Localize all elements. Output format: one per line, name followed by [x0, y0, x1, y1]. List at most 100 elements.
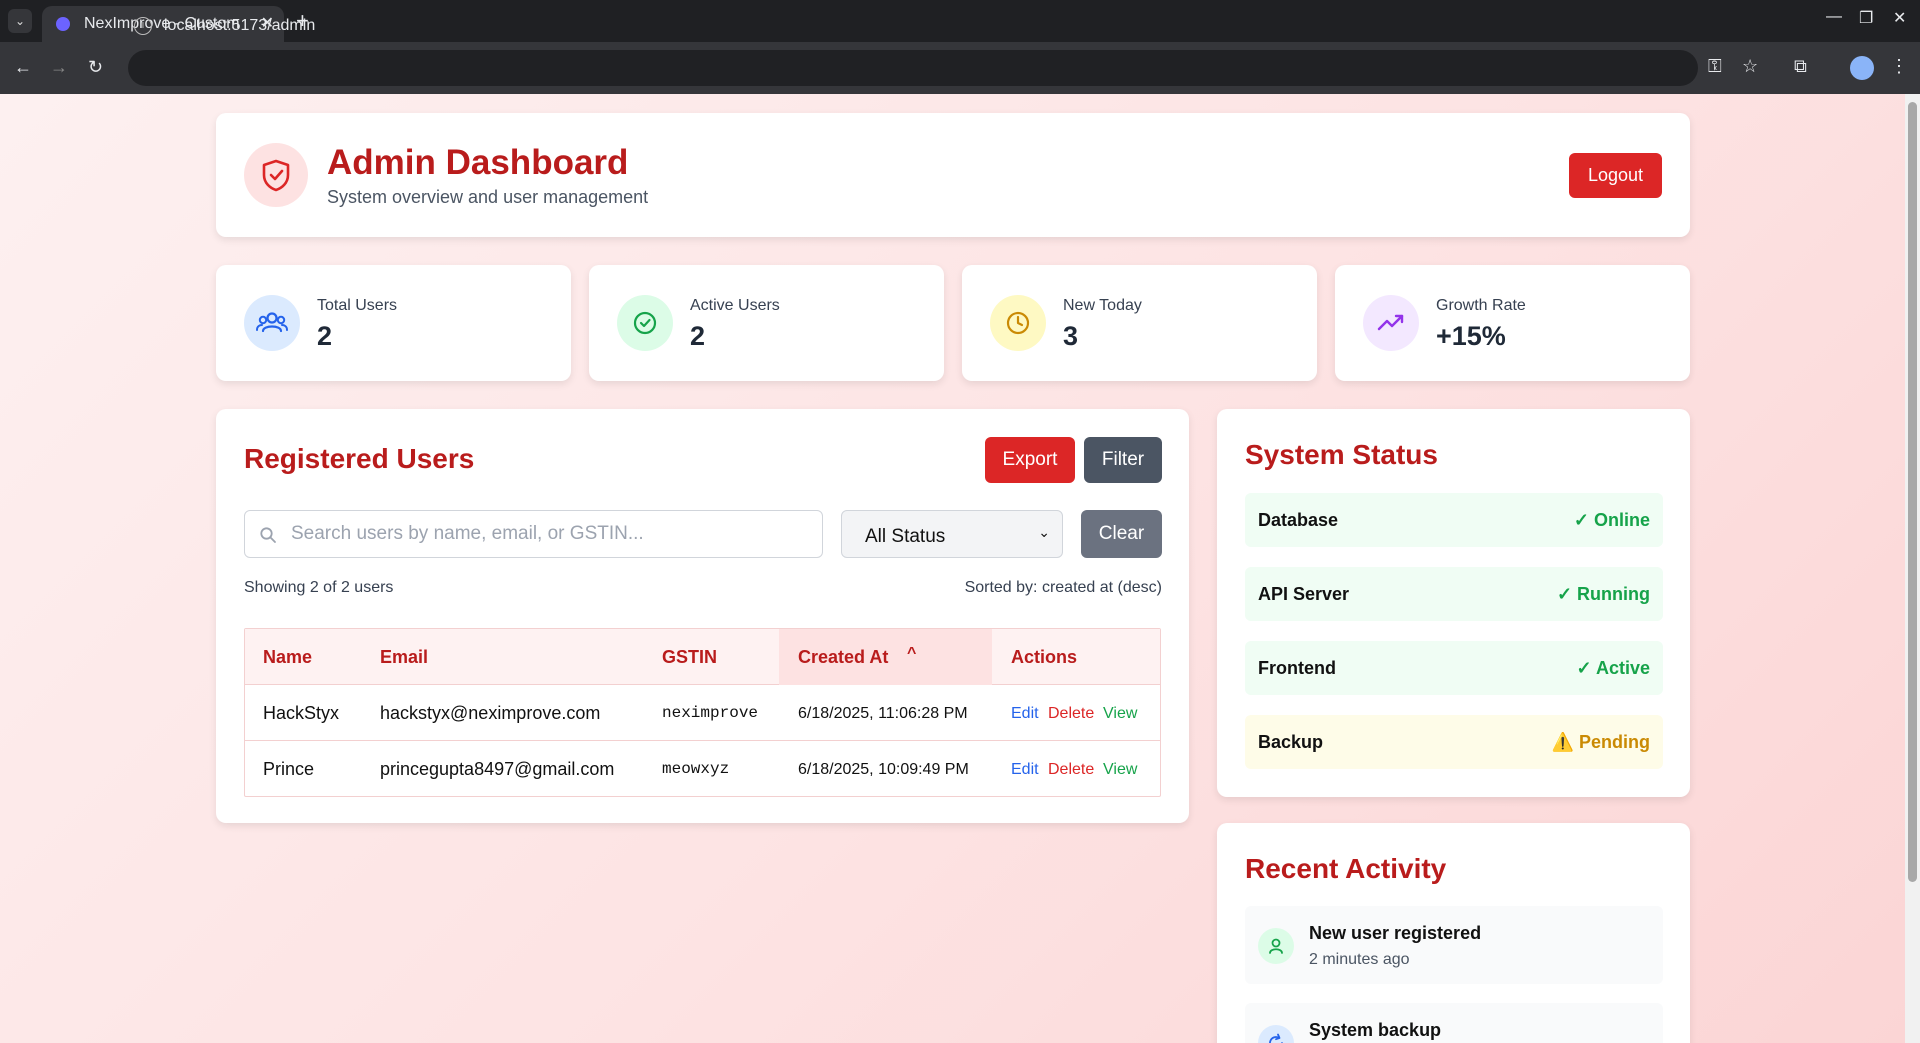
maximize-icon[interactable]: ❐: [1859, 8, 1873, 28]
activity-title: System backup: [1309, 1020, 1442, 1040]
status-value: ✓ Active: [1576, 658, 1650, 678]
favicon-icon: [56, 17, 70, 31]
status-row-database: Database ✓ Online: [1245, 493, 1663, 547]
cell-name: Prince: [263, 759, 315, 779]
trending-up-icon: [1363, 295, 1419, 351]
page-title: Admin Dashboard: [327, 143, 629, 182]
back-icon[interactable]: ←: [14, 56, 32, 78]
column-header-email[interactable]: Email: [380, 647, 428, 668]
filter-button[interactable]: Filter: [1084, 437, 1162, 483]
stat-card-total-users: Total Users 2: [216, 265, 571, 381]
stat-value: 2: [317, 321, 333, 351]
page-scrollbar[interactable]: [1905, 94, 1920, 1043]
table-row: Prince princegupta8497@gmail.com meowxyz…: [245, 741, 1160, 797]
column-header-gstin[interactable]: GSTIN: [662, 647, 717, 668]
status-label: API Server: [1258, 584, 1350, 604]
cell-email: princegupta8497@gmail.com: [380, 759, 615, 779]
stat-value: +15%: [1436, 321, 1506, 351]
cell-name: HackStyx: [263, 703, 340, 723]
users-table: Name Email GSTIN Created At ^ Actions Ha…: [244, 628, 1161, 797]
check-circle-icon: [617, 295, 673, 351]
reload-icon[interactable]: ↻: [88, 56, 103, 78]
page: Admin Dashboard System overview and user…: [0, 94, 1905, 1043]
recent-activity-card: Recent Activity New user registered 2 mi…: [1217, 823, 1690, 1043]
stat-label: New Today: [1063, 297, 1142, 314]
refresh-icon: [1258, 1025, 1294, 1043]
search-field: [244, 510, 823, 558]
status-row-api-server: API Server ✓ Running: [1245, 567, 1663, 621]
sorted-by: Sorted by: created at (desc): [964, 579, 1162, 596]
status-label: Frontend: [1258, 658, 1336, 678]
activity-item: System backup: [1245, 1003, 1663, 1043]
delete-link[interactable]: Delete: [1048, 705, 1094, 723]
column-header-actions: Actions: [1011, 647, 1078, 667]
activity-time: 2 minutes ago: [1309, 951, 1410, 968]
status-label: Database: [1258, 510, 1339, 530]
url-text[interactable]: localhost:5173/admin: [164, 17, 315, 35]
system-status-title: System Status: [1245, 439, 1438, 470]
status-value: ✓ Online: [1573, 510, 1650, 530]
forward-icon[interactable]: →: [50, 56, 68, 78]
stat-card-active-users: Active Users 2: [589, 265, 944, 381]
table-row: HackStyx hackstyx@neximprove.com neximpr…: [245, 685, 1160, 741]
status-row-frontend: Frontend ✓ Active: [1245, 641, 1663, 695]
stat-card-growth-rate: Growth Rate +15%: [1335, 265, 1690, 381]
column-header-name[interactable]: Name: [263, 647, 312, 668]
stat-label: Active Users: [690, 297, 780, 314]
page-subtitle: System overview and user management: [327, 187, 649, 207]
status-value: ✓ Running: [1556, 584, 1650, 604]
cell-gstin: neximprove: [662, 704, 759, 722]
address-bar[interactable]: [128, 50, 1698, 86]
stat-value: 2: [690, 321, 706, 351]
users-section-title: Registered Users: [244, 443, 475, 474]
view-link[interactable]: View: [1103, 705, 1137, 723]
window-close-icon[interactable]: ✕: [1893, 8, 1906, 28]
tab-search-button[interactable]: ⌄: [8, 9, 32, 33]
browser-toolbar: ← → ↻ ⚿ ☆ ⧉ ⋮: [0, 42, 1920, 94]
stat-label: Growth Rate: [1436, 297, 1526, 314]
showing-count: Showing 2 of 2 users: [244, 579, 394, 596]
registered-users-card: Registered Users Export Filter All Statu…: [216, 409, 1189, 823]
recent-activity-title: Recent Activity: [1245, 853, 1447, 884]
scrollbar-thumb[interactable]: [1908, 102, 1917, 882]
status-select-value: All Status: [865, 526, 946, 547]
table-header: Name Email GSTIN Created At ^ Actions: [245, 629, 1160, 685]
header-card: Admin Dashboard System overview and user…: [216, 113, 1690, 237]
site-info-icon[interactable]: i: [134, 17, 152, 35]
stat-label: Total Users: [317, 297, 398, 314]
chevron-down-icon: ⌄: [1038, 524, 1050, 540]
user-icon: [1258, 928, 1294, 964]
logout-button[interactable]: Logout: [1569, 153, 1662, 198]
status-select[interactable]: All Status ⌄: [841, 510, 1063, 558]
cell-email: hackstyx@neximprove.com: [380, 703, 601, 723]
stat-value: 3: [1063, 321, 1079, 351]
shield-check-icon: [244, 143, 308, 207]
sort-ascending-icon[interactable]: ^: [907, 645, 916, 663]
status-value: ⚠️ Pending: [1551, 732, 1650, 752]
status-row-backup: Backup ⚠️ Pending: [1245, 715, 1663, 769]
profile-avatar[interactable]: [1850, 56, 1874, 80]
password-key-icon[interactable]: ⚿: [1708, 56, 1722, 77]
cell-gstin: meowxyz: [662, 760, 730, 778]
edit-link[interactable]: Edit: [1011, 761, 1039, 779]
search-icon: [260, 527, 276, 543]
view-link[interactable]: View: [1103, 761, 1137, 779]
minimize-icon[interactable]: —: [1826, 8, 1842, 26]
column-header-created-at[interactable]: Created At: [798, 647, 888, 668]
search-input[interactable]: [291, 511, 811, 557]
export-button[interactable]: Export: [985, 437, 1075, 483]
stat-card-new-today: New Today 3: [962, 265, 1317, 381]
clear-button[interactable]: Clear: [1081, 510, 1162, 558]
activity-item: New user registered 2 minutes ago: [1245, 906, 1663, 984]
cell-created-at: 6/18/2025, 11:06:28 PM: [798, 705, 968, 722]
browser-menu-icon[interactable]: ⋮: [1890, 56, 1908, 77]
extensions-icon[interactable]: ⧉: [1794, 56, 1807, 77]
clock-icon: [990, 295, 1046, 351]
delete-link[interactable]: Delete: [1048, 761, 1094, 779]
users-icon: [244, 295, 300, 351]
edit-link[interactable]: Edit: [1011, 705, 1039, 723]
cell-created-at: 6/18/2025, 10:09:49 PM: [798, 761, 969, 778]
bookmark-star-icon[interactable]: ☆: [1742, 56, 1758, 77]
activity-title: New user registered: [1309, 923, 1482, 943]
status-label: Backup: [1258, 732, 1324, 752]
